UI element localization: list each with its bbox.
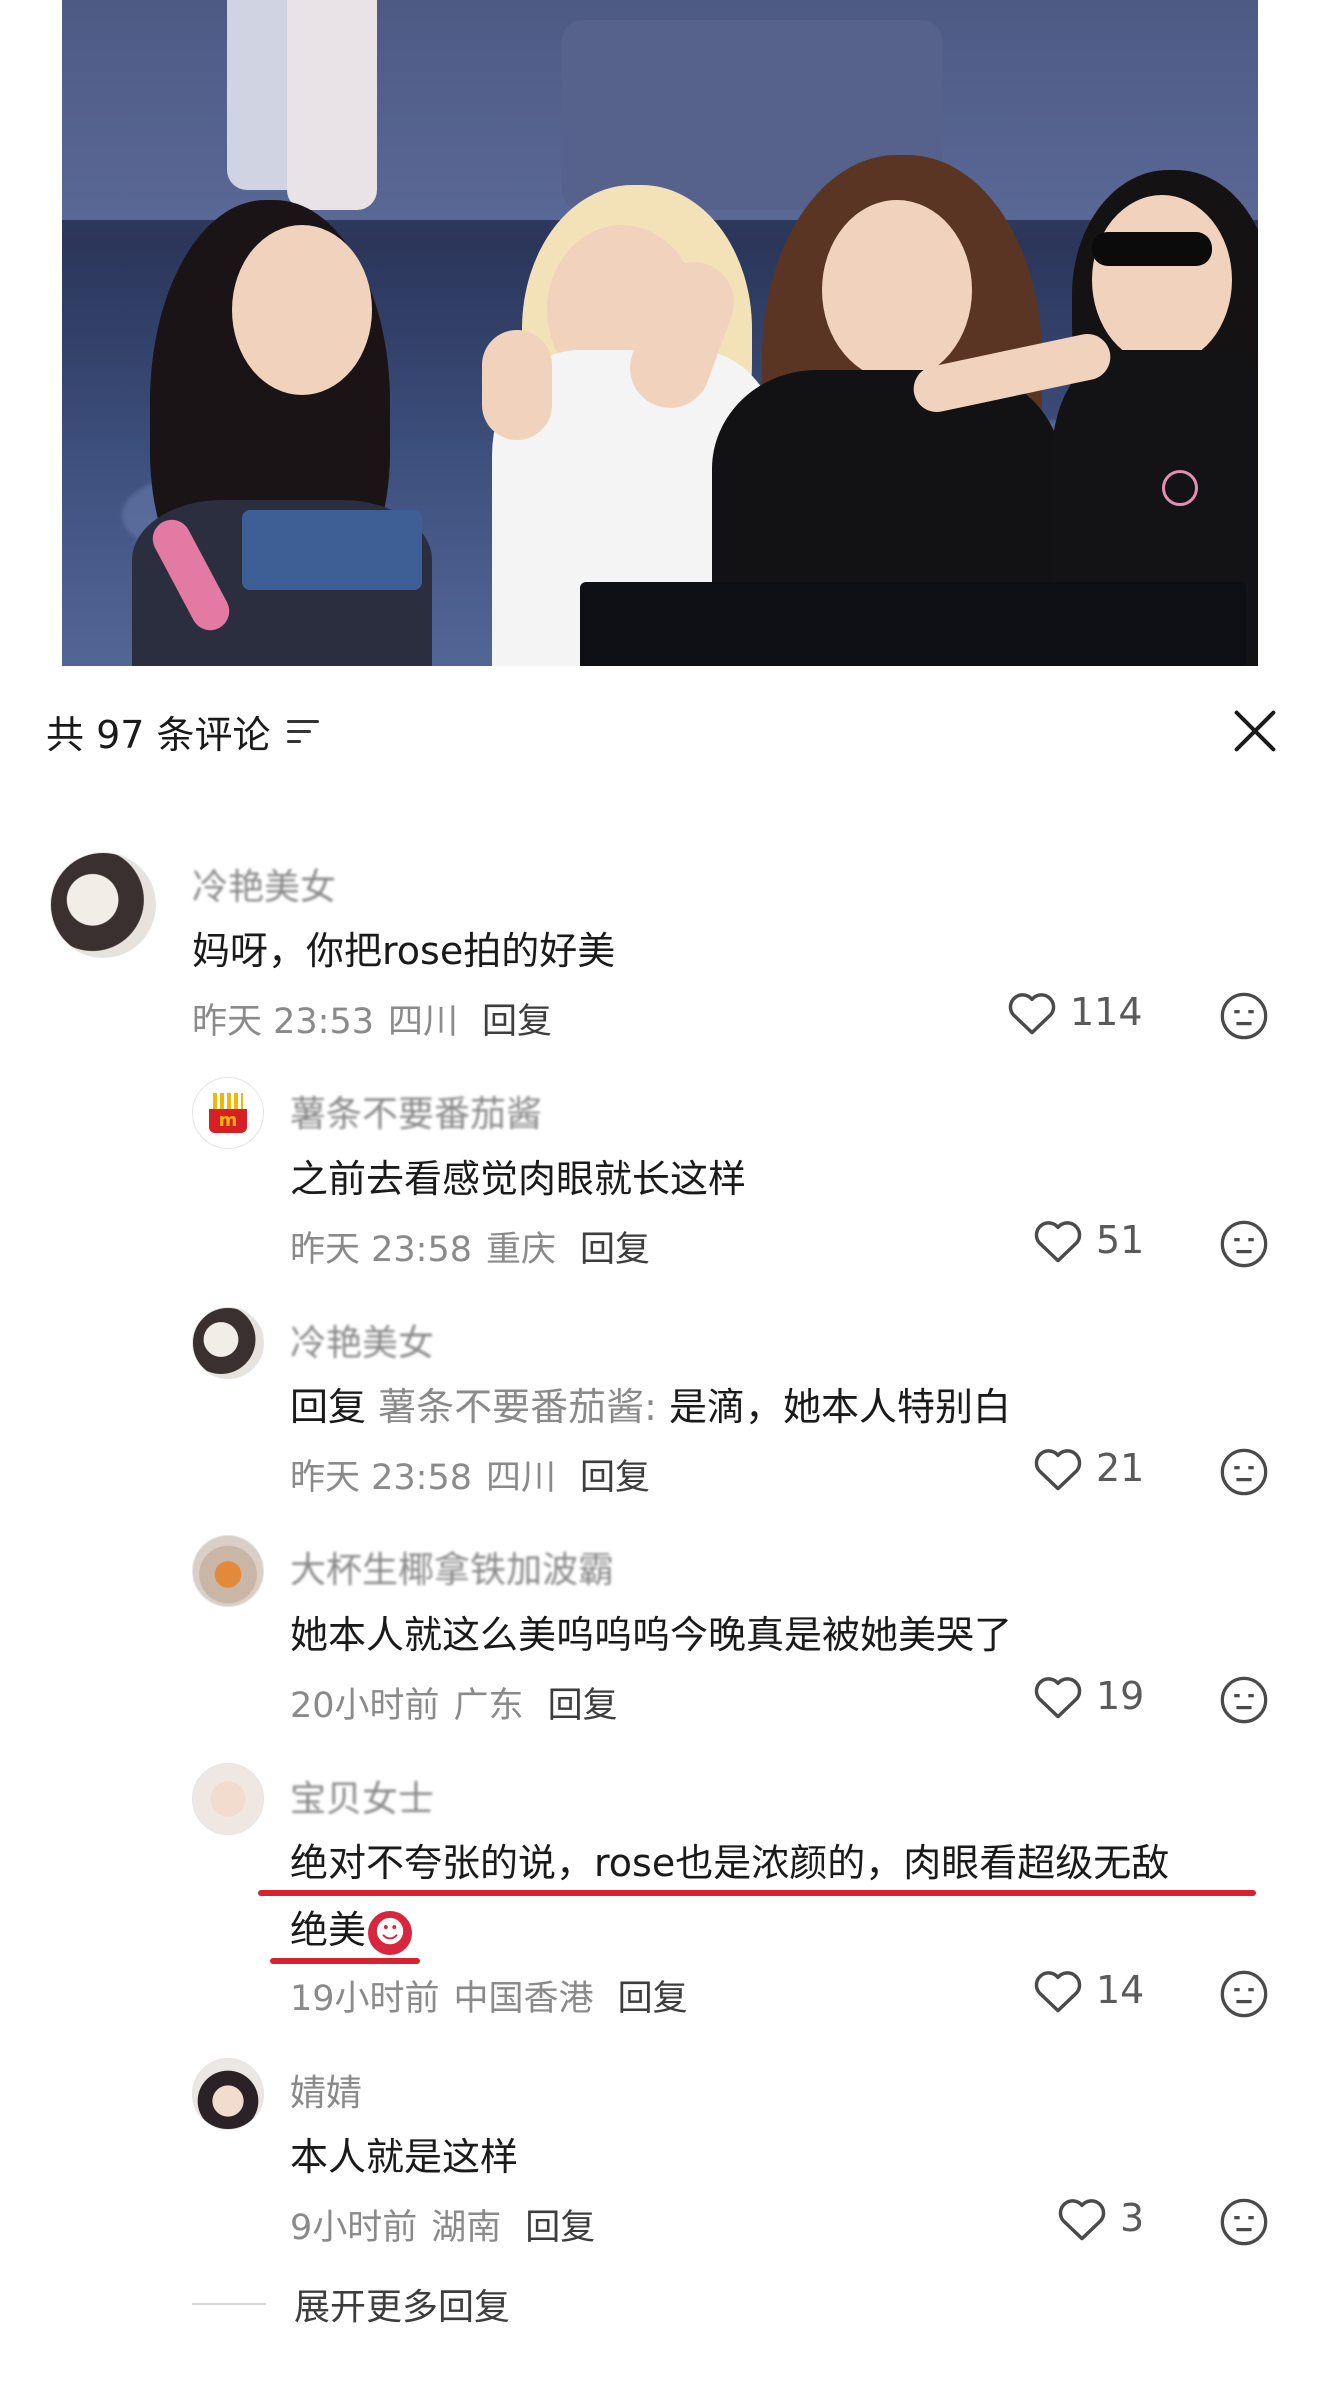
comment-text-line-1: 绝对不夸张的说，rose也是浓颜的，肉眼看超级无敌 bbox=[290, 1841, 1170, 1885]
comment-time: 昨天 23:58 bbox=[290, 1230, 472, 1270]
dislike-face-icon[interactable] bbox=[1218, 1218, 1270, 1270]
like-count: 14 bbox=[1096, 1968, 1145, 2012]
comment-username[interactable]: 婧婧 bbox=[290, 2064, 362, 2116]
like-button[interactable]: 3 bbox=[1056, 2194, 1144, 2242]
comment-location: 广东 bbox=[453, 1686, 524, 1726]
dislike-face-icon[interactable] bbox=[1218, 1446, 1270, 1498]
like-count: 21 bbox=[1096, 1446, 1145, 1490]
photo-frame bbox=[62, 0, 1258, 700]
reply-target[interactable]: 薯条不要番茄酱: bbox=[378, 1385, 657, 1429]
expand-label: 展开更多回复 bbox=[294, 2287, 511, 2328]
comment-username[interactable]: 冷艳美女 bbox=[192, 858, 336, 910]
avatar[interactable] bbox=[192, 1535, 264, 1607]
comment-meta: 9小时前 湖南 回复 bbox=[290, 2199, 595, 2250]
comment-location: 四川 bbox=[388, 1002, 459, 1042]
reply-button[interactable]: 回复 bbox=[580, 1221, 650, 1272]
comment-time: 19小时前 bbox=[290, 1979, 440, 2019]
comment-meta: 昨天 23:53 四川 回复 bbox=[192, 993, 552, 1044]
avatar[interactable] bbox=[50, 852, 156, 958]
comment-meta: 昨天 23:58 四川 回复 bbox=[290, 1449, 650, 1500]
comment-meta: 19小时前 中国香港 回复 bbox=[290, 1970, 688, 2021]
sort-filter-icon[interactable] bbox=[286, 716, 319, 746]
comment-username[interactable]: 薯条不要番茄酱 bbox=[290, 1085, 542, 1137]
comment-meta: 昨天 23:58 重庆 回复 bbox=[290, 1221, 650, 1272]
reply-button[interactable]: 回复 bbox=[525, 2199, 595, 2250]
reply-button[interactable]: 回复 bbox=[548, 1677, 618, 1728]
comment-location: 重庆 bbox=[486, 1230, 557, 1270]
like-count: 51 bbox=[1096, 1218, 1145, 1262]
heart-icon bbox=[1034, 1449, 1082, 1491]
close-icon[interactable] bbox=[1230, 706, 1280, 756]
like-count: 19 bbox=[1096, 1674, 1145, 1718]
comment-username[interactable]: 宝贝女士 bbox=[290, 1770, 434, 1822]
dislike-face-icon[interactable] bbox=[1218, 2196, 1270, 2248]
comment-time: 9小时前 bbox=[290, 2208, 418, 2248]
dislike-face-icon[interactable] bbox=[1218, 1674, 1270, 1726]
comment-time: 昨天 23:58 bbox=[290, 1458, 472, 1498]
comment-text-tail: 绝美 bbox=[290, 1908, 367, 1952]
comment-location: 中国香港 bbox=[453, 1979, 594, 2019]
like-count: 114 bbox=[1070, 990, 1143, 1034]
avatar[interactable] bbox=[192, 1763, 264, 1835]
dislike-face-icon[interactable] bbox=[1218, 990, 1270, 1042]
comment-count: 共 97 条评论 bbox=[46, 712, 271, 757]
avatar[interactable]: m bbox=[192, 1077, 264, 1149]
heart-icon bbox=[1034, 1677, 1082, 1719]
like-count: 3 bbox=[1120, 2196, 1145, 2240]
comment-location: 湖南 bbox=[431, 2208, 502, 2248]
comment-meta: 20小时前 广东 回复 bbox=[290, 1677, 618, 1728]
comment-text-line-2: 绝美 ☻ bbox=[290, 1893, 413, 1967]
reply-body: 是滴，她本人特别白 bbox=[669, 1385, 1012, 1429]
heart-icon bbox=[1034, 1971, 1082, 2013]
like-button[interactable]: 14 bbox=[1032, 1966, 1144, 2014]
comment-text: 妈呀，你把rose拍的好美 bbox=[192, 929, 616, 973]
avatar[interactable] bbox=[192, 1307, 264, 1379]
heart-icon bbox=[1008, 993, 1056, 1035]
like-button[interactable]: 51 bbox=[1032, 1216, 1144, 1264]
comment-time: 20小时前 bbox=[290, 1686, 440, 1726]
reply-button[interactable]: 回复 bbox=[482, 993, 552, 1044]
like-button[interactable]: 114 bbox=[1006, 988, 1143, 1036]
expand-more-replies[interactable]: 展开更多回复 bbox=[192, 2278, 510, 2330]
comment-time: 昨天 23:53 bbox=[192, 1002, 374, 1042]
comment-location: 四川 bbox=[486, 1458, 557, 1498]
highlight-underline bbox=[270, 1958, 420, 1964]
reply-prefix: 回复 bbox=[290, 1385, 367, 1429]
heart-icon bbox=[1058, 2199, 1106, 2241]
comment-text: 本人就是这样 bbox=[290, 2135, 519, 2179]
concert-photo[interactable] bbox=[0, 0, 1320, 700]
heart-icon bbox=[1034, 1221, 1082, 1263]
like-button[interactable]: 21 bbox=[1032, 1444, 1144, 1492]
sheet-header: 共 97 条评论 bbox=[46, 704, 319, 758]
like-button[interactable]: 19 bbox=[1032, 1672, 1144, 1720]
comment-text: 之前去看感觉肉眼就长这样 bbox=[290, 1157, 747, 1201]
reply-button[interactable]: 回复 bbox=[618, 1970, 688, 2021]
comment-username[interactable]: 大杯生椰拿铁加波霸 bbox=[290, 1541, 614, 1593]
avatar[interactable] bbox=[192, 2058, 264, 2130]
comment-text: 她本人就这么美呜呜呜今晚真是被她美哭了 bbox=[290, 1613, 1013, 1657]
divider-line bbox=[192, 2303, 266, 2305]
comment-username[interactable]: 冷艳美女 bbox=[290, 1314, 434, 1366]
reply-button[interactable]: 回复 bbox=[580, 1449, 650, 1500]
comment-text: 回复 薯条不要番茄酱: 是滴，她本人特别白 bbox=[290, 1370, 1011, 1444]
dislike-face-icon[interactable] bbox=[1218, 1968, 1270, 2020]
devil-emoji-icon: ☻ bbox=[368, 1910, 413, 1955]
